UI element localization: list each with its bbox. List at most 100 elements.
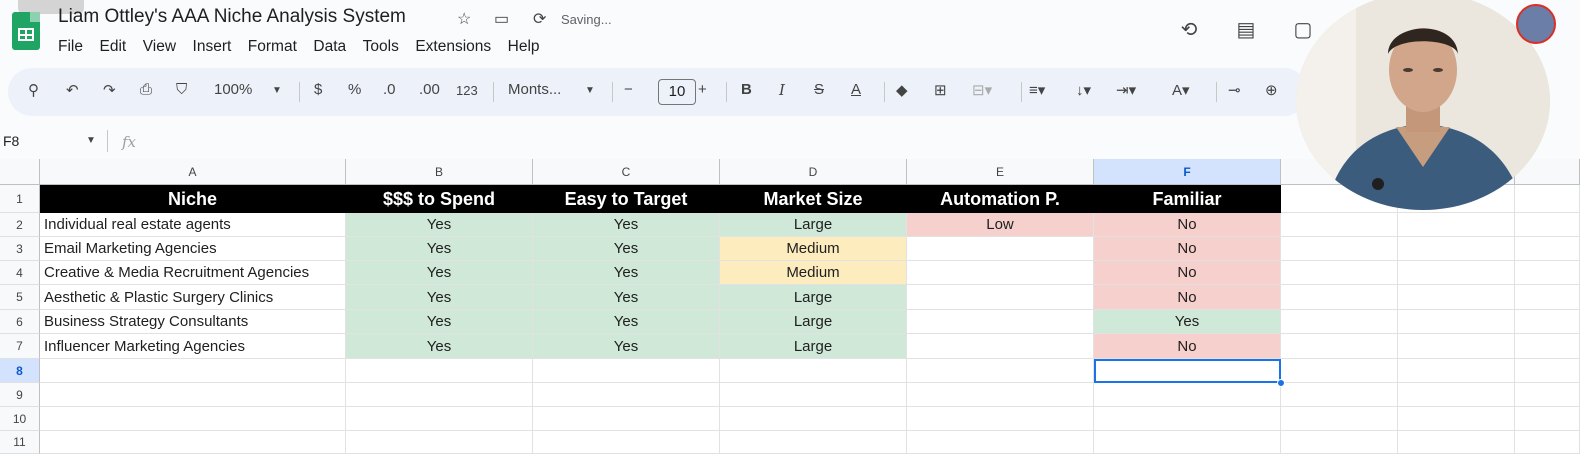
row-header-5[interactable]: 5: [0, 285, 40, 310]
empty-cell[interactable]: [40, 431, 346, 454]
header-cell-easy-target[interactable]: Easy to Target: [533, 185, 720, 213]
document-title[interactable]: Liam Ottley's AAA Niche Analysis System: [58, 6, 406, 28]
empty-cell[interactable]: [907, 431, 1094, 454]
empty-cell[interactable]: [1398, 383, 1515, 407]
user-avatar[interactable]: [1516, 4, 1556, 44]
increase-decimal-button[interactable]: .00: [419, 81, 440, 98]
empty-cell[interactable]: [1515, 431, 1580, 454]
empty-cell[interactable]: [346, 383, 533, 407]
table-cell[interactable]: Individual real estate agents: [40, 213, 346, 237]
decrease-decimal-button[interactable]: .0: [383, 81, 396, 98]
table-cell[interactable]: Yes: [533, 334, 720, 359]
table-cell[interactable]: Yes: [1094, 310, 1281, 334]
table-cell[interactable]: Business Strategy Consultants: [40, 310, 346, 334]
empty-cell[interactable]: [1515, 261, 1580, 285]
empty-cell[interactable]: [533, 359, 720, 383]
empty-cell[interactable]: [533, 431, 720, 454]
table-cell[interactable]: Large: [720, 213, 907, 237]
table-cell[interactable]: Yes: [533, 285, 720, 310]
text-color-button[interactable]: A: [851, 81, 861, 98]
empty-cell[interactable]: [40, 407, 346, 431]
selected-cell-f8[interactable]: [1094, 359, 1281, 383]
decrease-font-size-icon[interactable]: −: [624, 81, 633, 98]
empty-cell[interactable]: [1281, 310, 1398, 334]
empty-cell[interactable]: [1281, 334, 1398, 359]
search-icon[interactable]: ⚲: [28, 81, 39, 99]
zoom-dropdown-icon[interactable]: ▼: [272, 85, 282, 96]
italic-button[interactable]: I: [779, 81, 785, 99]
empty-cell[interactable]: [1281, 407, 1398, 431]
bold-button[interactable]: B: [741, 81, 752, 98]
empty-cell[interactable]: [907, 407, 1094, 431]
table-cell[interactable]: Creative & Media Recruitment Agencies: [40, 261, 346, 285]
row-header-10[interactable]: 10: [0, 407, 40, 431]
empty-cell[interactable]: [1515, 383, 1580, 407]
increase-font-size-icon[interactable]: +: [698, 81, 707, 98]
zoom-select[interactable]: 100%: [214, 81, 252, 98]
table-cell[interactable]: [907, 334, 1094, 359]
empty-cell[interactable]: [533, 407, 720, 431]
percent-format-button[interactable]: %: [348, 81, 361, 98]
empty-cell[interactable]: [1398, 261, 1515, 285]
empty-cell[interactable]: [1094, 431, 1281, 454]
currency-format-button[interactable]: $: [314, 81, 322, 98]
row-header-9[interactable]: 9: [0, 383, 40, 407]
table-cell[interactable]: Medium: [720, 237, 907, 261]
select-all-corner[interactable]: [0, 159, 40, 185]
row-header-8[interactable]: 8: [0, 359, 40, 383]
row-header-2[interactable]: 2: [0, 213, 40, 237]
text-wrapping-icon[interactable]: ⇥▾: [1116, 81, 1136, 99]
empty-cell[interactable]: [1515, 334, 1580, 359]
empty-cell[interactable]: [1281, 285, 1398, 310]
column-header-d[interactable]: D: [720, 159, 907, 185]
table-cell[interactable]: No: [1094, 261, 1281, 285]
table-cell[interactable]: Large: [720, 285, 907, 310]
table-cell[interactable]: Yes: [346, 334, 533, 359]
table-cell[interactable]: [907, 310, 1094, 334]
empty-cell[interactable]: [346, 359, 533, 383]
empty-cell[interactable]: [907, 383, 1094, 407]
menu-insert[interactable]: Insert: [193, 38, 240, 56]
table-cell[interactable]: Yes: [346, 285, 533, 310]
empty-cell[interactable]: [720, 407, 907, 431]
print-icon[interactable]: ⎙: [140, 81, 152, 98]
empty-cell[interactable]: [533, 383, 720, 407]
table-cell[interactable]: Yes: [533, 237, 720, 261]
borders-icon[interactable]: ⊞: [934, 81, 947, 99]
horizontal-align-icon[interactable]: ≡▾: [1029, 81, 1045, 99]
undo-icon[interactable]: ↶: [66, 81, 79, 99]
menu-data[interactable]: Data: [313, 38, 354, 56]
table-cell[interactable]: No: [1094, 285, 1281, 310]
vertical-align-icon[interactable]: ↓▾: [1076, 81, 1091, 99]
empty-cell[interactable]: [720, 431, 907, 454]
row-header-1[interactable]: 1: [0, 185, 40, 213]
menu-help[interactable]: Help: [508, 38, 548, 56]
row-header-6[interactable]: 6: [0, 310, 40, 334]
sheets-logo-icon[interactable]: [12, 12, 40, 50]
column-header-b[interactable]: B: [346, 159, 533, 185]
table-cell[interactable]: Large: [720, 310, 907, 334]
empty-cell[interactable]: [1094, 383, 1281, 407]
table-cell[interactable]: Yes: [346, 213, 533, 237]
column-header-a[interactable]: A: [40, 159, 346, 185]
table-cell[interactable]: Yes: [346, 237, 533, 261]
column-header-c[interactable]: C: [533, 159, 720, 185]
empty-cell[interactable]: [1515, 213, 1580, 237]
star-icon[interactable]: ☆: [457, 9, 471, 29]
empty-cell[interactable]: [40, 359, 346, 383]
table-cell[interactable]: No: [1094, 334, 1281, 359]
empty-cell[interactable]: [720, 383, 907, 407]
empty-cell[interactable]: [1515, 359, 1580, 383]
table-cell[interactable]: [907, 261, 1094, 285]
empty-cell[interactable]: [1398, 310, 1515, 334]
table-cell[interactable]: Medium: [720, 261, 907, 285]
empty-cell[interactable]: [1281, 237, 1398, 261]
header-cell-spend[interactable]: $$$ to Spend: [346, 185, 533, 213]
empty-cell[interactable]: [346, 407, 533, 431]
menu-file[interactable]: File: [58, 38, 91, 56]
table-cell[interactable]: Yes: [346, 310, 533, 334]
move-folder-icon[interactable]: ▭: [494, 9, 509, 29]
empty-cell[interactable]: [1398, 237, 1515, 261]
column-header-f[interactable]: F: [1094, 159, 1281, 185]
insert-link-icon[interactable]: ⊸: [1228, 81, 1241, 99]
